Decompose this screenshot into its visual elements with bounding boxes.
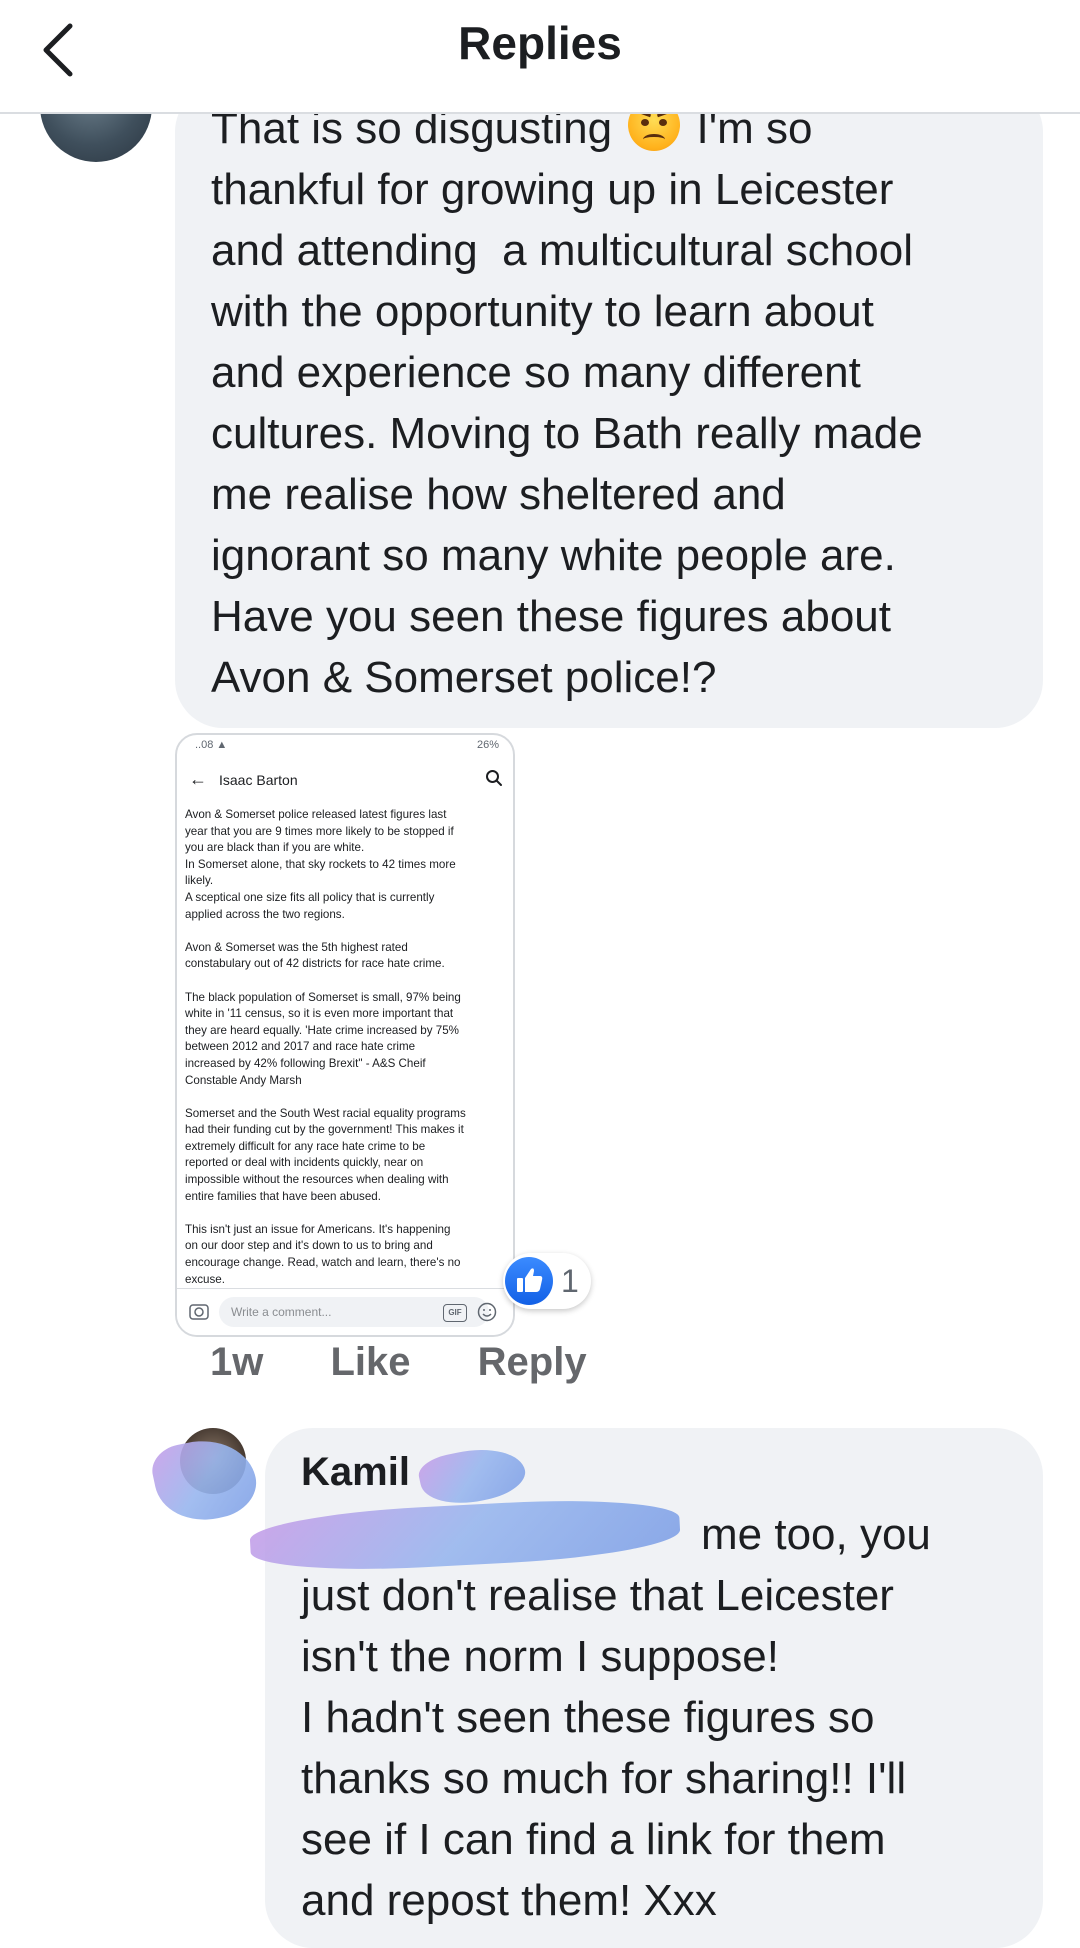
gif-icon: GIF	[443, 1304, 467, 1322]
attached-screenshot-image[interactable]: ..08 ▲ 26% ← Isaac Barton Avon & Somerse…	[175, 733, 515, 1337]
comment-actions: 1w Like Reply	[210, 1340, 643, 1385]
search-icon	[486, 770, 502, 786]
reaction-count-badge[interactable]: 1	[503, 1253, 591, 1309]
smiley-icon	[477, 1302, 497, 1322]
comment-text: me too, you just don't realise that Leic…	[301, 1510, 931, 1925]
status-bar: ..08 ▲ 26%	[195, 739, 499, 751]
reaction-count: 1	[561, 1263, 579, 1299]
thumbs-up-icon	[505, 1257, 553, 1305]
top-bar: Replies	[0, 0, 1080, 114]
page-title: Replies	[458, 17, 622, 69]
screenshot-post-text: Avon & Somerset police released latest f…	[185, 808, 466, 1286]
like-button[interactable]: Like	[330, 1340, 410, 1384]
comment-text: That is so disgusting I'm so thankful fo…	[211, 98, 1021, 708]
redaction-scribble	[147, 1430, 263, 1530]
screenshot-author-name: Isaac Barton	[219, 772, 298, 788]
back-arrow-icon: ←	[189, 769, 207, 789]
screenshot-comment-composer: Write a comment... GIF	[177, 1288, 513, 1335]
reply-button[interactable]: Reply	[478, 1340, 587, 1384]
timestamp: 1w	[210, 1340, 264, 1384]
screenshot-header: ← Isaac Barton	[177, 761, 513, 801]
comment-author-name[interactable]: Kamil	[301, 1450, 410, 1495]
camera-icon	[189, 1304, 209, 1320]
comment-bubble[interactable]: That is so disgusting I'm so thankful fo…	[175, 84, 1043, 728]
